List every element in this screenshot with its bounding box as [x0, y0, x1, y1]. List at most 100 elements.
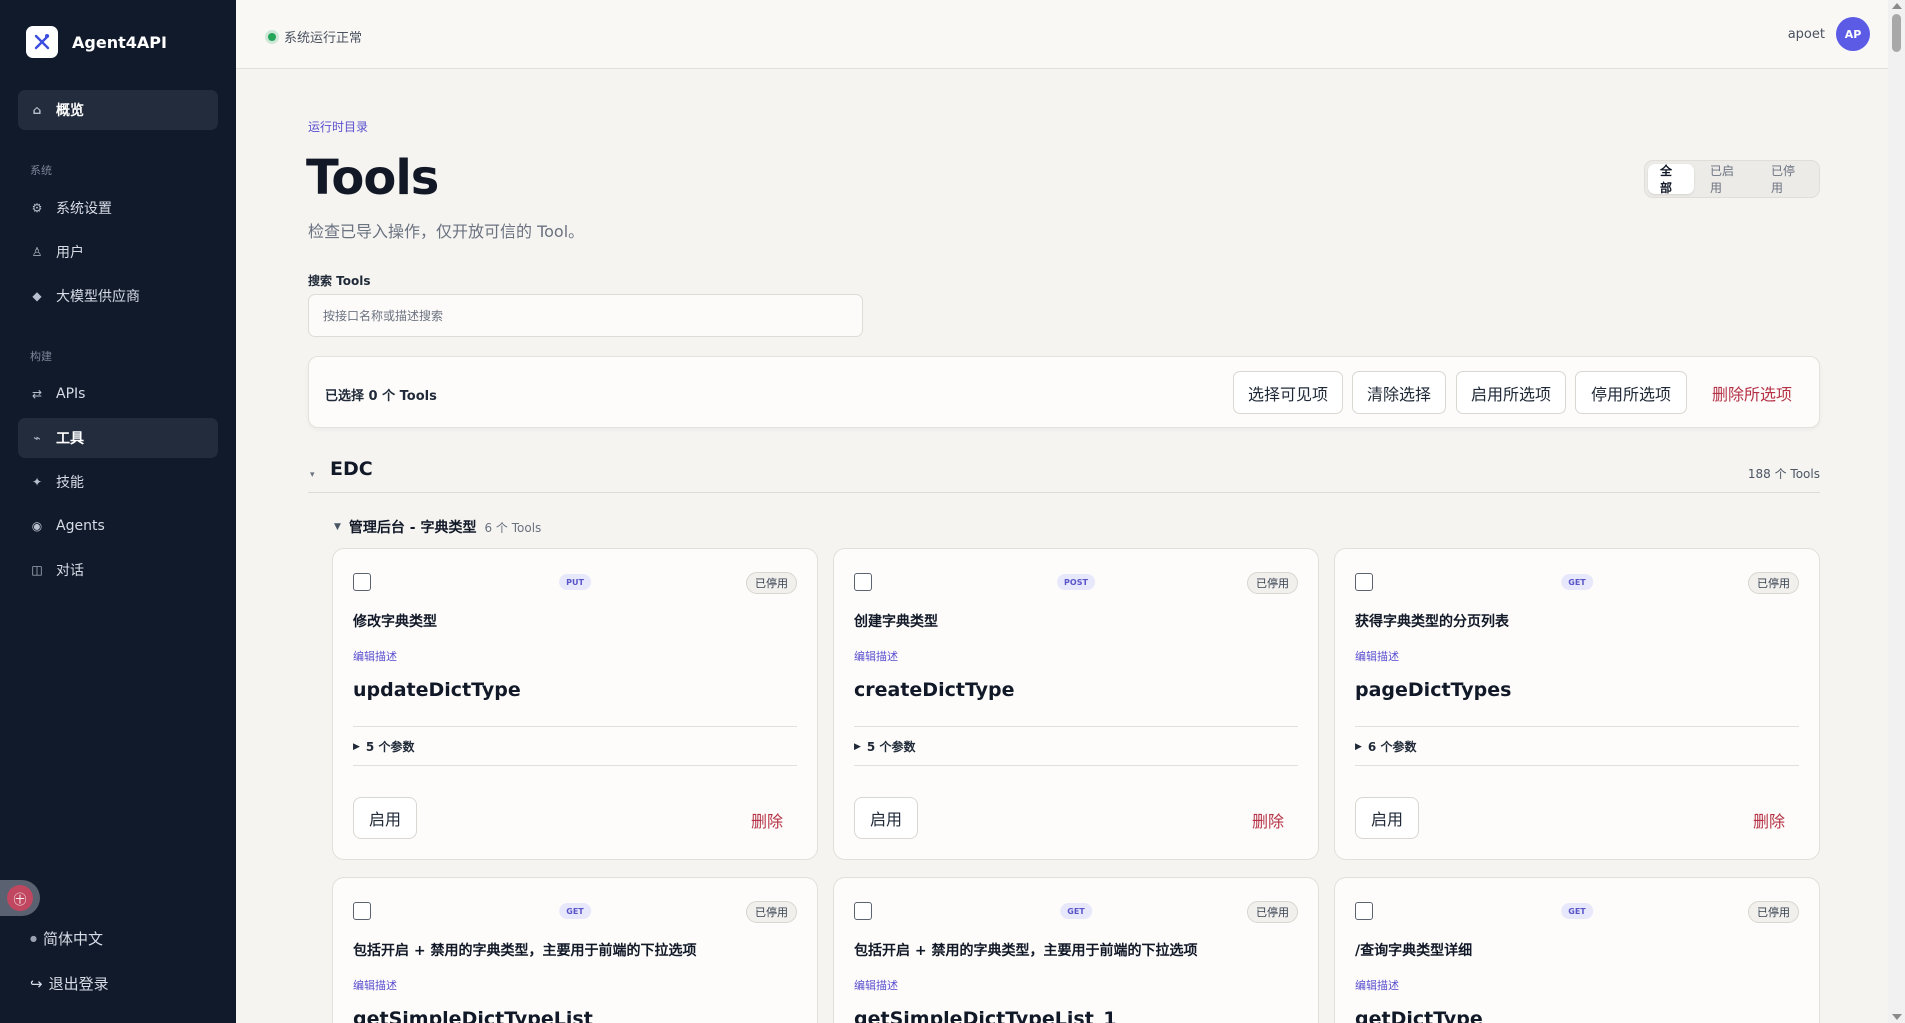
sidebar-item-label: 大模型供应商: [56, 289, 140, 305]
tool-title: 修改字典类型: [353, 614, 437, 630]
sidebar-item-tools[interactable]: ⌁ 工具: [18, 418, 218, 458]
sidebar-section-system: 系统: [30, 164, 52, 177]
operation-name: getDictType: [1355, 1008, 1483, 1023]
filter-disabled[interactable]: 已停用: [1759, 164, 1816, 195]
translate-badge[interactable]: ㊉: [0, 880, 40, 916]
sidebar-section-build: 构建: [30, 350, 52, 363]
sidebar-item-label: 系统设置: [56, 201, 112, 217]
params-toggle[interactable]: ▶ 5 个参数: [353, 738, 414, 755]
divider: [1355, 765, 1799, 766]
edit-description-link[interactable]: 编辑描述: [1355, 648, 1399, 664]
operation-name: createDictType: [854, 679, 1015, 701]
tool-title: 获得字典类型的分页列表: [1355, 614, 1509, 630]
edit-description-link[interactable]: 编辑描述: [353, 648, 397, 664]
sparkle-icon: ✦: [31, 475, 43, 489]
group-title: EDC: [330, 458, 373, 480]
sidebar-item-users[interactable]: ♙ 用户: [18, 232, 218, 272]
divider: [353, 726, 797, 727]
http-method-badge: GET: [1561, 574, 1593, 590]
delete-button[interactable]: 删除: [1753, 808, 1785, 832]
enable-button[interactable]: 启用: [854, 797, 918, 839]
scroll-thumb[interactable]: [1892, 14, 1901, 52]
sidebar-item-label: 用户: [56, 245, 84, 261]
scroll-up-icon[interactable]: [1892, 3, 1902, 9]
selection-count: 已选择 0 个 Tools: [325, 389, 437, 404]
tool-checkbox[interactable]: [353, 573, 371, 591]
filter-all[interactable]: 全部: [1648, 164, 1694, 195]
brand[interactable]: Agent4API: [26, 26, 167, 58]
search-label: 搜索 Tools: [308, 274, 371, 288]
select-visible-button[interactable]: 选择可见项: [1233, 371, 1343, 414]
tool-group-header[interactable]: ▾ EDC 188 个 Tools: [308, 458, 1820, 493]
user-name[interactable]: apoet: [1788, 27, 1825, 42]
sidebar-item-settings[interactable]: ⚙ 系统设置: [18, 188, 218, 228]
topbar: 系统运行正常 apoet AP: [236, 0, 1888, 69]
status-badge: 已停用: [1748, 901, 1799, 923]
edit-description-link[interactable]: 编辑描述: [1355, 977, 1399, 993]
http-method-badge: PUT: [559, 574, 591, 590]
params-count: 5 个参数: [866, 740, 916, 754]
sidebar-item-providers[interactable]: ◆ 大模型供应商: [18, 276, 218, 316]
delete-selected-button[interactable]: 删除所选项: [1697, 371, 1807, 414]
edit-description-link[interactable]: 编辑描述: [854, 977, 898, 993]
logout-label: 退出登录: [48, 975, 109, 993]
tool-subgroup-header[interactable]: ▼ 管理后台 - 字典类型 6 个 Tools: [334, 517, 541, 537]
page-scrollbar[interactable]: [1888, 0, 1905, 1023]
dot-icon: ●: [30, 934, 37, 943]
operation-name: getSimpleDictTypeList: [353, 1008, 593, 1023]
search-input[interactable]: [308, 294, 863, 337]
tool-card: GET 已停用 获得字典类型的分页列表 编辑描述 pageDictTypes ▶…: [1334, 548, 1820, 860]
enable-selected-button[interactable]: 启用所选项: [1456, 371, 1566, 414]
chevron-down-icon: ▼: [334, 522, 341, 532]
status-badge: 已停用: [1247, 572, 1298, 594]
logout-button[interactable]: ↪ 退出登录: [30, 973, 109, 994]
tool-checkbox[interactable]: [854, 902, 872, 920]
diamond-icon: ◆: [32, 289, 42, 303]
tool-checkbox[interactable]: [353, 902, 371, 920]
bulk-action-bar: 已选择 0 个 Tools 选择可见项 清除选择 启用所选项 停用所选项 删除所…: [308, 356, 1820, 428]
sidebar-item-label: 概览: [56, 103, 84, 119]
status-badge: 已停用: [1748, 572, 1799, 594]
http-method-badge: GET: [1060, 903, 1092, 919]
sidebar-item-skills[interactable]: ✦ 技能: [18, 462, 218, 502]
params-count: 6 个参数: [1367, 740, 1417, 754]
book-icon: ◫: [31, 563, 43, 577]
tool-title: 创建字典类型: [854, 614, 938, 630]
operation-name: getSimpleDictTypeList_1: [854, 1008, 1117, 1023]
delete-button[interactable]: 删除: [751, 808, 783, 832]
sidebar-item-label: APIs: [56, 386, 86, 402]
logout-icon: ↪: [30, 974, 43, 993]
params-toggle[interactable]: ▶ 5 个参数: [854, 738, 915, 755]
delete-button[interactable]: 删除: [1252, 808, 1284, 832]
filter-enabled[interactable]: 已启用: [1698, 164, 1755, 195]
sidebar-item-apis[interactable]: ⇄ APIs: [18, 374, 218, 414]
tool-checkbox[interactable]: [1355, 573, 1373, 591]
language-switch[interactable]: ● 简体中文: [30, 928, 103, 949]
page-subtitle: 检查已导入操作，仅开放可信的 Tool。: [308, 222, 585, 241]
disable-selected-button[interactable]: 停用所选项: [1575, 371, 1687, 414]
http-method-badge: POST: [1057, 574, 1095, 590]
avatar[interactable]: AP: [1836, 17, 1870, 51]
sidebar-item-agents[interactable]: ◉ Agents: [18, 506, 218, 546]
app-name: Agent4API: [72, 32, 167, 52]
tool-card: GET 已停用 包括开启 + 禁用的字典类型，主要用于前端的下拉选项 编辑描述 …: [332, 877, 818, 1023]
enable-button[interactable]: 启用: [353, 797, 417, 839]
sidebar-item-label: 工具: [56, 431, 84, 447]
tool-checkbox[interactable]: [1355, 902, 1373, 920]
divider: [854, 726, 1298, 727]
caret-right-icon: ▶: [1355, 741, 1362, 752]
edit-description-link[interactable]: 编辑描述: [854, 648, 898, 664]
divider: [1355, 726, 1799, 727]
edit-description-link[interactable]: 编辑描述: [353, 977, 397, 993]
enable-button[interactable]: 启用: [1355, 797, 1419, 839]
sidebar-item-chat[interactable]: ◫ 对话: [18, 550, 218, 590]
status-badge: 已停用: [746, 901, 797, 923]
tool-card: GET 已停用 包括开启 + 禁用的字典类型，主要用于前端的下拉选项 编辑描述 …: [833, 877, 1319, 1023]
tool-checkbox[interactable]: [854, 573, 872, 591]
sidebar-item-overview[interactable]: ⌂ 概览: [18, 90, 218, 130]
params-toggle[interactable]: ▶ 6 个参数: [1355, 738, 1416, 755]
clear-selection-button[interactable]: 清除选择: [1352, 371, 1446, 414]
chevron-down-icon: ▾: [310, 470, 315, 480]
http-method-badge: GET: [1561, 903, 1593, 919]
scroll-down-icon[interactable]: [1892, 1014, 1902, 1020]
